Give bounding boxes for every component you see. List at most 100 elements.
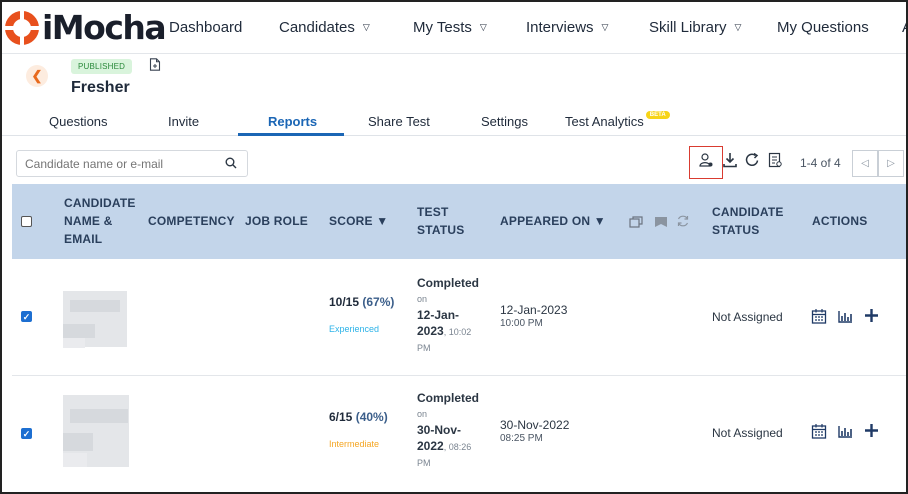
- row-checkbox[interactable]: ✓: [21, 311, 32, 322]
- plus-icon[interactable]: [864, 423, 879, 443]
- nav-label: My Tests: [413, 19, 472, 36]
- nav-overflow-item[interactable]: A: [902, 19, 906, 36]
- table-header: CANDIDATE NAME & EMAIL COMPETENCY JOB RO…: [12, 184, 906, 259]
- back-button[interactable]: ❮: [26, 65, 48, 87]
- appeared-on: 12-Jan-2023 10:00 PM: [500, 303, 567, 331]
- header-competency: COMPETENCY: [148, 214, 235, 228]
- chevron-down-icon: ▼: [376, 214, 389, 228]
- brand-logo[interactable]: iMocha: [4, 8, 167, 48]
- plus-icon[interactable]: [864, 308, 879, 328]
- tab-reports[interactable]: Reports: [268, 114, 317, 129]
- test-status-on: on: [417, 294, 428, 304]
- appeared-on: 30-Nov-2022 08:25 PM: [500, 418, 569, 446]
- sync-icon[interactable]: [676, 214, 690, 233]
- appeared-time: 08:25 PM: [500, 433, 543, 444]
- test-status-date: 30-Nov-: [417, 423, 462, 437]
- header-line: STATUS: [712, 223, 760, 237]
- chevron-down-icon: ▽: [734, 22, 742, 32]
- header-line: CANDIDATE: [712, 205, 784, 219]
- nav-label: Candidates: [279, 19, 355, 36]
- chevron-down-icon: ▽: [479, 22, 487, 32]
- report-icon[interactable]: [768, 152, 782, 173]
- score-percent: (40%): [355, 410, 388, 424]
- page-title: Fresher: [71, 79, 130, 96]
- header-line: TEST: [417, 205, 449, 219]
- tab-label: Test Analytics: [565, 114, 644, 129]
- pagination-info: 1-4 of 4: [800, 156, 841, 170]
- nav-my-tests[interactable]: My Tests ▽: [413, 19, 487, 36]
- status-badge: PUBLISHED: [71, 59, 133, 74]
- candidate-status: Not Assigned: [712, 426, 783, 440]
- select-all-checkbox[interactable]: [21, 216, 32, 227]
- download-icon[interactable]: [723, 152, 737, 173]
- score-text: 10/15: [329, 295, 360, 309]
- header-score[interactable]: SCORE ▼: [329, 212, 388, 230]
- score-value: 6/15 (40%): [329, 410, 388, 424]
- prev-page-button[interactable]: ◁: [852, 150, 878, 177]
- score-level: Experienced: [329, 324, 380, 334]
- header-appeared-on[interactable]: APPEARED ON ▼: [500, 212, 606, 230]
- test-status-label: Completed: [417, 276, 480, 290]
- header-candidate-status: CANDIDATE STATUS: [712, 203, 784, 239]
- search-input[interactable]: [16, 150, 248, 177]
- tab-invite[interactable]: Invite: [168, 114, 199, 129]
- brand-name: iMocha: [42, 8, 167, 47]
- nav-dashboard[interactable]: Dashboard: [169, 19, 242, 36]
- nav-candidates[interactable]: Candidates ▽: [279, 19, 370, 36]
- active-tab-indicator: [238, 133, 344, 136]
- chevron-down-icon: ▼: [593, 214, 606, 228]
- tab-questions[interactable]: Questions: [49, 114, 108, 129]
- next-page-button[interactable]: ▷: [878, 150, 904, 177]
- test-status-time: , 10:02: [443, 327, 472, 337]
- header-test-status: TEST STATUS: [417, 203, 464, 239]
- flag-icon[interactable]: [654, 215, 668, 233]
- nav-label: Skill Library: [649, 19, 727, 36]
- appeared-date: 12-Jan-2023: [500, 303, 568, 317]
- header-line: NAME &: [64, 214, 113, 228]
- header-line: CANDIDATE: [64, 196, 136, 210]
- nav-label: A: [902, 19, 906, 36]
- table-row: ✓ 6/15 (40%) Intermediate Completed on 3…: [12, 377, 906, 492]
- score-value: 10/15 (67%): [329, 295, 394, 309]
- tab-settings[interactable]: Settings: [481, 114, 528, 129]
- header-job-role: JOB ROLE: [245, 214, 308, 228]
- chevron-down-icon: ▽: [601, 22, 609, 32]
- refresh-icon[interactable]: [745, 152, 760, 173]
- tab-share-test[interactable]: Share Test: [368, 114, 430, 129]
- top-navigation: iMocha Dashboard Candidates ▽ My Tests ▽ I…: [2, 2, 906, 54]
- bar-chart-icon[interactable]: [838, 425, 853, 443]
- tab-test-analytics[interactable]: Test Analytics BETA: [565, 111, 670, 129]
- chevron-left-icon: ◁: [861, 158, 869, 169]
- chevron-left-icon: ❮: [31, 68, 43, 83]
- test-status-ampm: PM: [417, 458, 431, 468]
- chevron-down-icon: ▽: [362, 22, 370, 32]
- test-status: Completed on 30-Nov- 2022, 08:26 PM: [417, 390, 479, 471]
- header-line: STATUS: [417, 223, 465, 237]
- header-candidate[interactable]: CANDIDATE NAME & EMAIL: [64, 194, 136, 248]
- beta-badge: BETA: [645, 111, 670, 119]
- test-status-ampm: PM: [417, 343, 431, 353]
- score-level: Intermediate: [329, 439, 380, 449]
- bar-chart-icon[interactable]: [838, 310, 853, 328]
- score-text: 6/15: [329, 410, 353, 424]
- document-icon[interactable]: [149, 58, 161, 76]
- imocha-logo-icon: [4, 10, 40, 46]
- nav-interviews[interactable]: Interviews ▽: [526, 19, 608, 36]
- appeared-date: 30-Nov-2022: [500, 418, 570, 432]
- calendar-icon[interactable]: [811, 308, 827, 329]
- nav-my-questions[interactable]: My Questions: [777, 19, 869, 36]
- copy-icon[interactable]: [629, 215, 643, 233]
- row-checkbox[interactable]: ✓: [21, 428, 32, 439]
- score-percent: (67%): [362, 295, 395, 309]
- nav-label: My Questions: [777, 19, 869, 36]
- assign-user-icon[interactable]: [699, 152, 713, 173]
- nav-skill-library[interactable]: Skill Library ▽: [649, 19, 741, 36]
- test-status-on: on: [417, 409, 428, 419]
- test-status-time: , 08:26: [443, 442, 472, 452]
- nav-label: Interviews: [526, 19, 594, 36]
- test-status-date: 12-Jan-: [417, 308, 460, 322]
- search-icon[interactable]: [225, 156, 237, 174]
- tab-bar: Questions Invite Reports Share Test Sett…: [2, 106, 906, 136]
- calendar-icon[interactable]: [811, 423, 827, 444]
- header-line: EMAIL: [64, 232, 103, 246]
